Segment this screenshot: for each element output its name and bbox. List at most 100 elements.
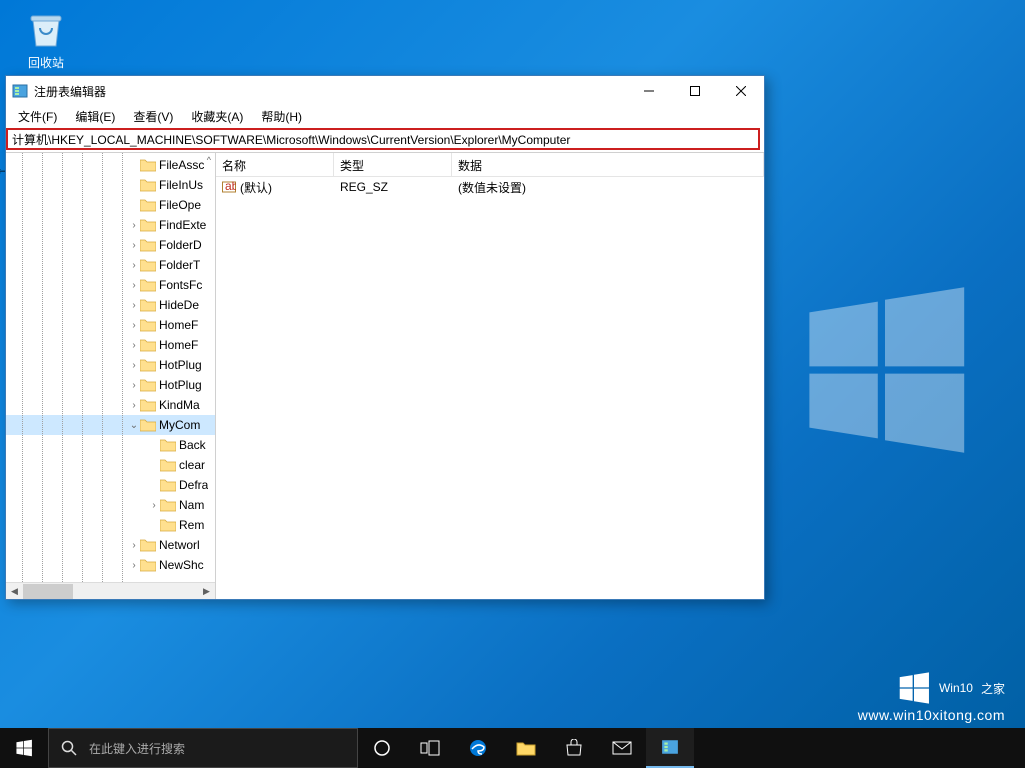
tree-item-label: HomeF: [159, 318, 198, 332]
value-data: (数值未设置): [452, 177, 764, 198]
taskbar-taskview[interactable]: [406, 728, 454, 768]
watermark-brand-en: Win10: [939, 681, 973, 695]
tree-item-label: KindMa: [159, 398, 200, 412]
folder-icon: [516, 740, 536, 756]
tree-item-label: MyCom: [159, 418, 200, 432]
desktop-icon-recycle-bin[interactable]: 回收站: [16, 8, 76, 71]
expander-icon[interactable]: ›: [128, 280, 140, 291]
expander-icon[interactable]: ›: [128, 540, 140, 551]
close-icon: [736, 86, 746, 96]
desktop-windows-logo: [795, 280, 975, 460]
tree-hscrollbar[interactable]: ◀ ▶: [6, 582, 215, 599]
tree-item-label: Back: [179, 438, 206, 452]
menu-edit[interactable]: 编辑(E): [67, 106, 123, 126]
tree-item[interactable]: ›Nam: [6, 495, 215, 515]
expander-icon[interactable]: ›: [128, 340, 140, 351]
taskbar-edge[interactable]: [454, 728, 502, 768]
expander-icon[interactable]: ›: [128, 560, 140, 571]
maximize-button[interactable]: [672, 76, 718, 106]
windows-start-icon: [15, 739, 33, 757]
tree-item[interactable]: clear: [6, 455, 215, 475]
expander-icon[interactable]: ›: [128, 400, 140, 411]
tree-item-label: Networl: [159, 538, 200, 552]
taskbar-explorer[interactable]: [502, 728, 550, 768]
col-type-header[interactable]: 类型: [334, 153, 452, 176]
tree-item[interactable]: Back: [6, 435, 215, 455]
tree-item[interactable]: › NewShc: [6, 555, 215, 575]
taskbar-search[interactable]: 在此键入进行搜索: [48, 728, 358, 768]
value-name: (默认): [240, 179, 272, 196]
tree-item[interactable]: FileAssc: [6, 155, 215, 175]
minimize-button[interactable]: [626, 76, 672, 106]
recycle-bin-icon: [25, 8, 67, 50]
search-icon: [61, 740, 77, 756]
tree-item-label: HotPlug: [159, 378, 202, 392]
tree-item[interactable]: Rem: [6, 515, 215, 535]
close-button[interactable]: [718, 76, 764, 106]
address-text: 计算机\HKEY_LOCAL_MACHINE\SOFTWARE\Microsof…: [12, 131, 570, 148]
regedit-window: 注册表编辑器 文件(F) 编辑(E) 查看(V) 收藏夹(A) 帮助(H) 计算…: [5, 75, 765, 600]
tree-item[interactable]: › HomeF: [6, 315, 215, 335]
start-button[interactable]: [0, 728, 48, 768]
tree-item[interactable]: › Networl: [6, 535, 215, 555]
menubar: 文件(F) 编辑(E) 查看(V) 收藏夹(A) 帮助(H): [6, 106, 764, 126]
expander-icon[interactable]: ›: [128, 380, 140, 391]
menu-file[interactable]: 文件(F): [10, 106, 65, 126]
tree-item-label: HideDe: [159, 298, 199, 312]
value-row[interactable]: ab (默认) REG_SZ (数值未设置): [216, 177, 764, 197]
tree-item[interactable]: ⌄ MyCom: [6, 415, 215, 435]
taskbar-cortana[interactable]: [358, 728, 406, 768]
tree-item[interactable]: FileInUs: [6, 175, 215, 195]
taskview-icon: [420, 740, 440, 756]
tree-item-label: FileOpe: [159, 198, 201, 212]
col-name-header[interactable]: 名称: [216, 153, 334, 176]
taskbar-regedit[interactable]: [646, 728, 694, 768]
tree-item-label: FolderD: [159, 238, 202, 252]
scroll-left-icon[interactable]: ◀: [6, 584, 23, 599]
tree-item-label: Defra: [179, 478, 208, 492]
scroll-right-icon[interactable]: ▶: [198, 584, 215, 599]
tree-item-label: HotPlug: [159, 358, 202, 372]
taskbar: 在此键入进行搜索: [0, 728, 1025, 768]
tree-item[interactable]: ›FolderT: [6, 255, 215, 275]
expander-icon[interactable]: ⌄: [128, 420, 140, 431]
value-type: REG_SZ: [334, 178, 452, 196]
tree-item[interactable]: FileOpe: [6, 195, 215, 215]
window-title: 注册表编辑器: [34, 83, 626, 100]
tree-item[interactable]: › FontsFc: [6, 275, 215, 295]
expander-icon[interactable]: ›: [128, 360, 140, 371]
menu-favorites[interactable]: 收藏夹(A): [183, 106, 251, 126]
taskbar-store[interactable]: [550, 728, 598, 768]
expander-icon[interactable]: ›: [128, 240, 140, 251]
reg-string-icon: ab: [222, 180, 236, 194]
expander-icon[interactable]: ›: [128, 220, 140, 231]
tree-item[interactable]: › HotPlug: [6, 355, 215, 375]
tree-item[interactable]: › HotPlug: [6, 375, 215, 395]
tree-item-label: NewShc: [159, 558, 204, 572]
registry-tree[interactable]: FileAsscFileInUsFileOpe›FindExte›FolderD…: [6, 153, 216, 599]
watermark-brand-cn: 之家: [981, 680, 1005, 697]
expander-icon[interactable]: ›: [128, 300, 140, 311]
tree-item[interactable]: ›HomeF: [6, 335, 215, 355]
taskbar-mail[interactable]: [598, 728, 646, 768]
titlebar[interactable]: 注册表编辑器: [6, 76, 764, 106]
menu-view[interactable]: 查看(V): [125, 106, 181, 126]
menu-help[interactable]: 帮助(H): [253, 106, 310, 126]
mail-icon: [612, 741, 632, 755]
tree-item[interactable]: › KindMa: [6, 395, 215, 415]
tree-item[interactable]: ›FindExte: [6, 215, 215, 235]
tree-item[interactable]: Defra: [6, 475, 215, 495]
address-bar[interactable]: 计算机\HKEY_LOCAL_MACHINE\SOFTWARE\Microsof…: [6, 128, 760, 150]
cortana-icon: [373, 739, 391, 757]
expander-icon[interactable]: ›: [128, 260, 140, 271]
tree-item[interactable]: › HideDe: [6, 295, 215, 315]
expander-icon[interactable]: ›: [148, 500, 160, 511]
tree-item-label: FontsFc: [159, 278, 202, 292]
scrollbar-thumb[interactable]: [23, 584, 73, 599]
tree-item-label: Rem: [179, 518, 204, 532]
col-data-header[interactable]: 数据: [452, 153, 764, 176]
expander-icon[interactable]: ›: [128, 320, 140, 331]
tree-item-label: FileInUs: [159, 178, 203, 192]
search-placeholder: 在此键入进行搜索: [89, 740, 185, 757]
tree-item[interactable]: › FolderD: [6, 235, 215, 255]
